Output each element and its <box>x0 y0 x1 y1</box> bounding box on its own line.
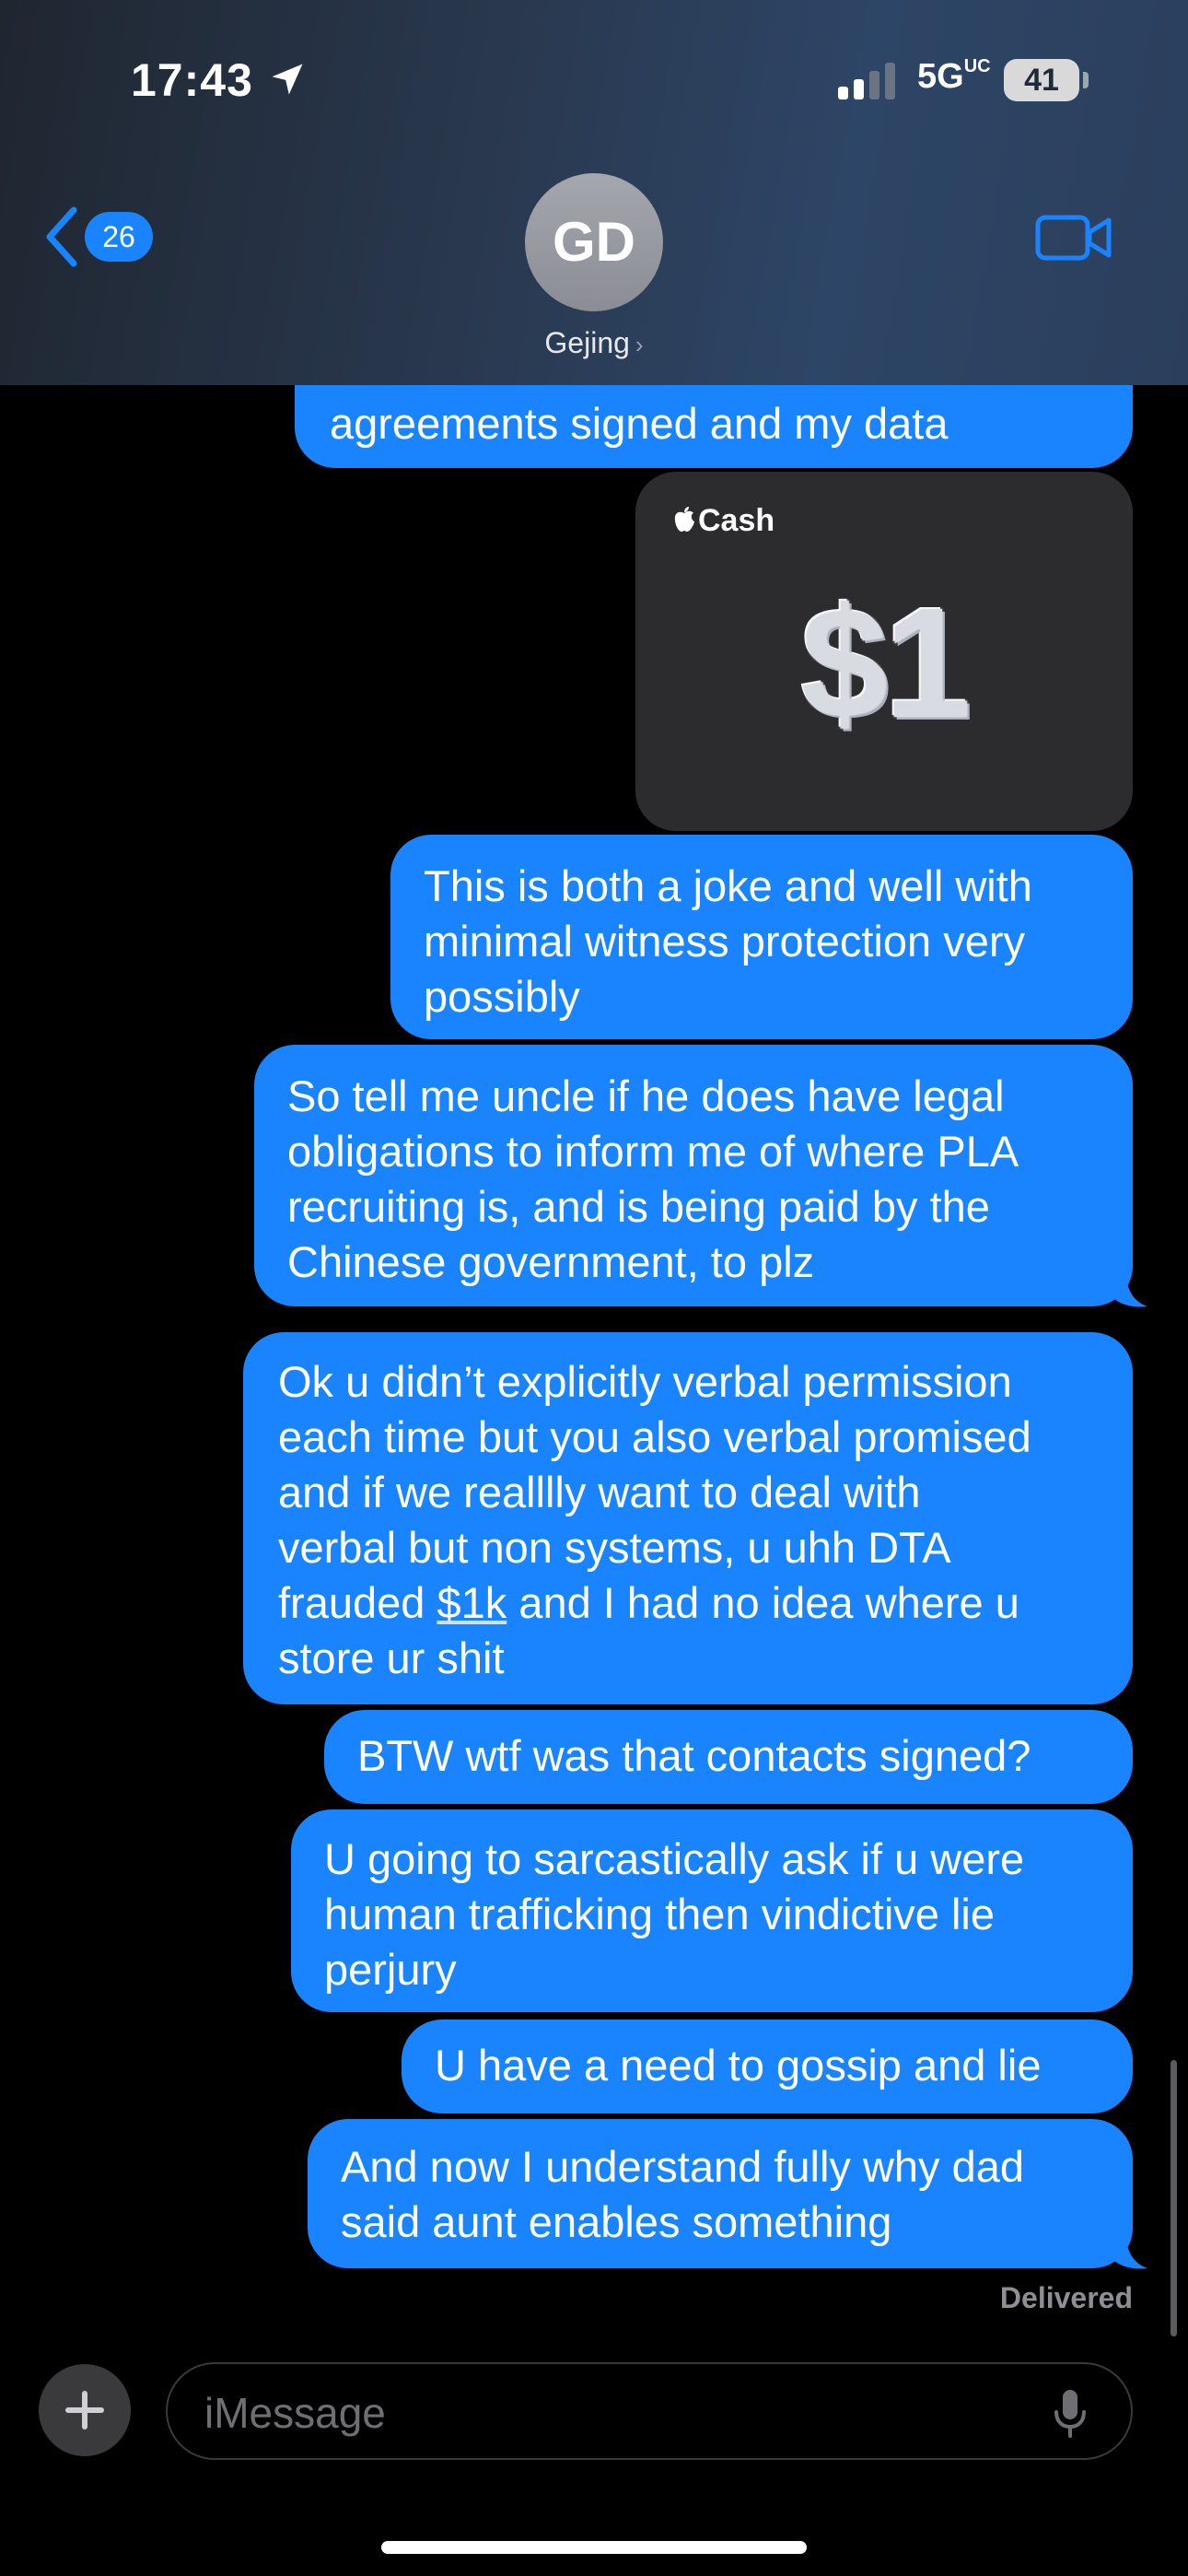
message-bubble[interactable]: U have a need to gossip and lie <box>402 2020 1133 2113</box>
message-bubble[interactable]: U going to sarcastically ask if u were h… <box>291 1809 1133 2012</box>
contact-name-button[interactable]: Gejing › <box>502 326 686 360</box>
message-bubble[interactable]: This is both a joke and well with minima… <box>390 835 1133 1039</box>
message-line: agreements signed and my data <box>330 399 949 448</box>
message-line: store ur shit <box>278 1633 505 1682</box>
message-line: And now I understand fully why dad <box>341 2142 1025 2191</box>
message-bubble[interactable]: So tell me uncle if he does have legal o… <box>254 1045 1133 1306</box>
message-line: obligations to inform me of where PLA <box>287 1127 1019 1176</box>
message-line: possibly <box>424 972 580 1021</box>
message-bubble[interactable]: Ok u didn’t explicitly verbal permission… <box>243 1332 1133 1704</box>
message-line: frauded $1k and I had no idea where u <box>278 1578 1019 1627</box>
message-line: and if we realllly want to deal with <box>278 1468 921 1516</box>
location-arrow-icon <box>272 64 303 95</box>
status-time: 17:43 <box>131 54 253 106</box>
battery-nub <box>1083 72 1089 88</box>
message-input-placeholder: iMessage <box>204 2389 386 2437</box>
microphone-icon[interactable] <box>1052 2388 1089 2440</box>
back-chevron-icon[interactable] <box>41 205 83 269</box>
plus-icon <box>65 2391 104 2430</box>
message-line: perjury <box>324 1945 457 1994</box>
video-call-icon[interactable] <box>1035 212 1112 263</box>
contact-avatar[interactable]: GD <box>525 173 663 311</box>
message-line: said aunt enables something <box>341 2197 892 2246</box>
network-subtype: UC <box>963 56 991 76</box>
message-line: each time but you also verbal promised <box>278 1412 1031 1461</box>
message-line: BTW wtf was that contacts signed? <box>357 1731 1031 1780</box>
apple-logo-icon <box>674 507 694 532</box>
battery-indicator: 41 <box>1004 59 1079 101</box>
home-indicator[interactable] <box>381 2541 807 2554</box>
message-bubble[interactable]: BTW wtf was that contacts signed? <box>324 1710 1133 1804</box>
chevron-right-icon: › <box>635 331 644 358</box>
message-line: U have a need to gossip and lie <box>435 2041 1042 2090</box>
message-line: U going to sarcastically ask if u were <box>324 1834 1025 1883</box>
contact-name: Gejing <box>544 326 630 359</box>
message-line: So tell me uncle if he does have legal <box>287 1071 1005 1120</box>
delivered-status: Delivered <box>999 2281 1133 2314</box>
message-line: verbal but non systems, u uhh DTA <box>278 1523 951 1572</box>
message-line: minimal witness protection very <box>424 917 1025 966</box>
conversation-header: 17:43 5GUC 41 26 GD Gejing › <box>0 0 1188 385</box>
apple-cash-card[interactable]: Cash $1 <box>635 472 1133 831</box>
bubble-tail <box>1112 2235 1147 2269</box>
message-line: human trafficking then vindictive lie <box>324 1890 996 1938</box>
message-line: recruiting is, and is being paid by the <box>287 1182 990 1231</box>
message-line: Ok u didn’t explicitly verbal permission <box>278 1357 1012 1406</box>
money-link[interactable]: $1k <box>437 1578 507 1627</box>
cellular-signal-icon <box>838 63 895 100</box>
cash-amount: $1 <box>800 576 971 751</box>
message-line: This is both a joke and well with <box>424 861 1032 910</box>
cash-label: Cash <box>672 503 775 539</box>
message-input[interactable]: iMessage <box>166 2362 1133 2460</box>
add-attachment-button[interactable] <box>39 2364 131 2456</box>
message-bubble[interactable]: And now I understand fully why dad said … <box>308 2119 1133 2268</box>
bubble-tail <box>1112 1273 1147 1307</box>
scrollbar[interactable] <box>1171 2060 1177 2336</box>
unread-count-badge[interactable]: 26 <box>85 212 153 262</box>
message-line: Chinese government, to plz <box>287 1237 815 1286</box>
network-type: 5GUC <box>917 56 991 96</box>
